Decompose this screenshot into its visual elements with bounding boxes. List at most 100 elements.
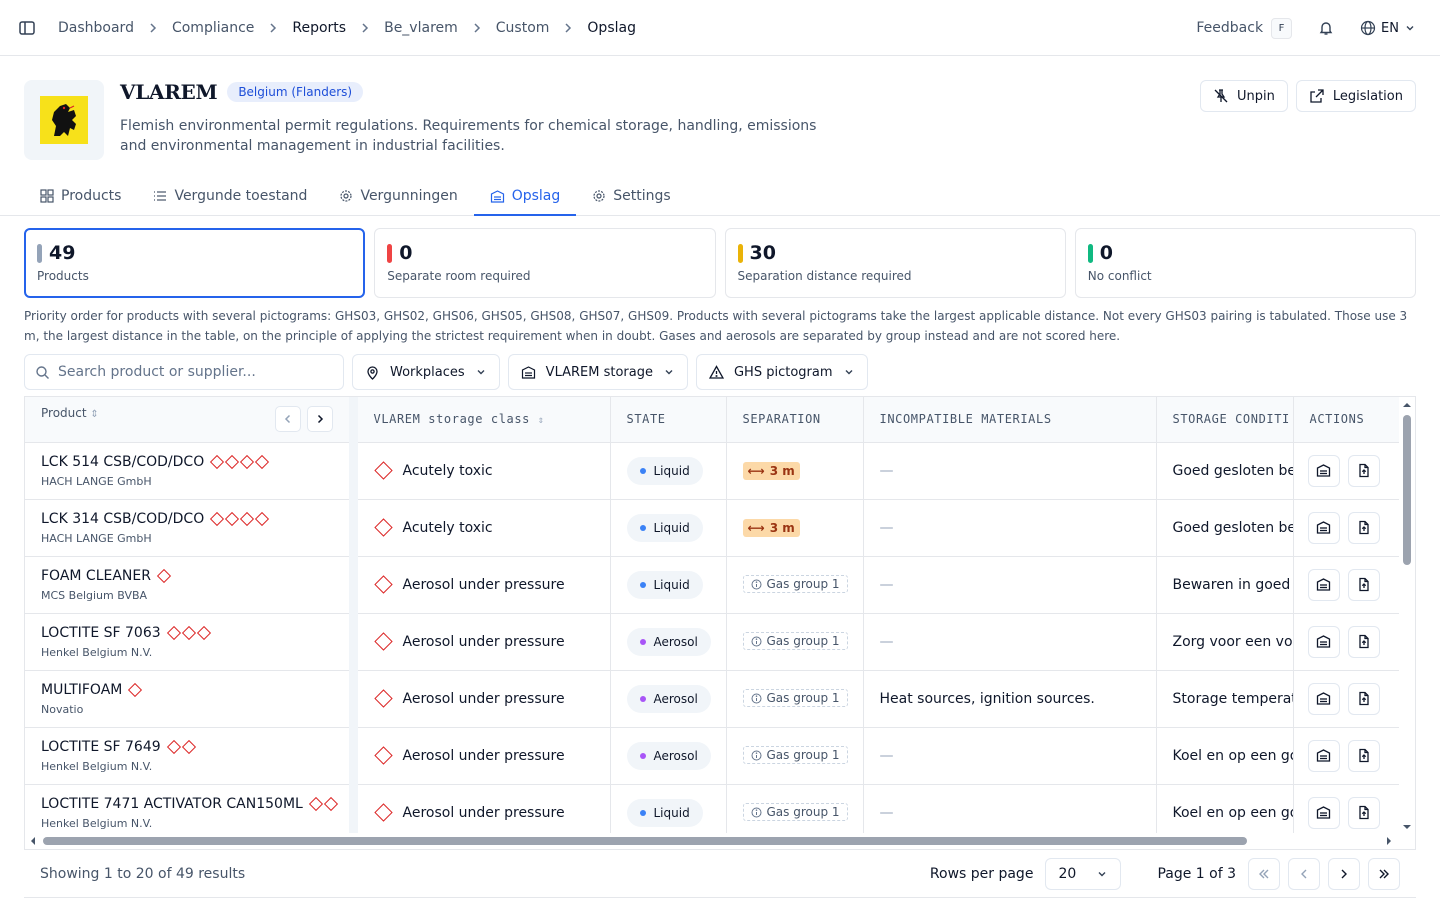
storage-class-label: Aerosol under pressure bbox=[402, 690, 565, 707]
file-icon bbox=[1358, 634, 1369, 649]
separation-value: 3 m bbox=[769, 520, 795, 535]
tab-vergunde-toestand[interactable]: Vergunde toestand bbox=[137, 178, 323, 216]
product-cell[interactable]: MULTIFOAM Novatio bbox=[25, 670, 358, 728]
horizontal-scrollbar[interactable] bbox=[25, 833, 1415, 849]
product-cell[interactable]: FOAM CLEANER MCS Belgium BVBA bbox=[25, 556, 358, 614]
card-products[interactable]: 49 Products bbox=[24, 228, 366, 298]
column-header-storage-class[interactable]: VLAREM storage class ⇕ bbox=[353, 397, 611, 443]
tab-settings[interactable]: Settings bbox=[576, 178, 686, 216]
table-row[interactable]: LOCTITE SF 7649 Henkel Belgium N.V. Aero… bbox=[25, 727, 1401, 785]
storage-class-cell: Acutely toxic bbox=[353, 442, 611, 500]
storage-location-button[interactable] bbox=[1307, 682, 1340, 715]
info-icon bbox=[751, 693, 761, 704]
tab-label: Opslag bbox=[511, 188, 561, 204]
state-dot bbox=[639, 752, 646, 759]
chevrons-right-icon bbox=[1379, 869, 1389, 878]
workplaces-filter[interactable]: Workplaces bbox=[352, 354, 500, 390]
last-page-button[interactable] bbox=[1368, 857, 1400, 890]
document-button[interactable] bbox=[1347, 454, 1380, 487]
table-row[interactable]: MULTIFOAM Novatio Aerosol under pressure… bbox=[25, 670, 1401, 728]
language-label: EN bbox=[1381, 20, 1399, 36]
product-cell[interactable]: LCK 314 CSB/COD/DCO HACH LANGE GmbH bbox=[25, 499, 358, 557]
product-supplier: HACH LANGE GmbH bbox=[41, 474, 152, 488]
ghs-pictogram-icon bbox=[166, 739, 181, 754]
breadcrumb-compliance[interactable]: Compliance bbox=[172, 20, 254, 36]
filter-bar: Workplaces VLAREM storage GHS pictogram bbox=[0, 346, 1440, 390]
card-separate-room[interactable]: 0 Separate room required bbox=[374, 228, 716, 298]
document-button[interactable] bbox=[1347, 511, 1380, 544]
results-count: Showing 1 to 20 of 49 results bbox=[40, 865, 246, 882]
regulation-description: Flemish environmental permit regulations… bbox=[120, 118, 817, 154]
card-label: Separate room required bbox=[387, 269, 531, 283]
card-separation-distance[interactable]: 30 Separation distance required bbox=[724, 228, 1066, 298]
scroll-down-arrow-icon[interactable] bbox=[1399, 821, 1415, 833]
document-button[interactable] bbox=[1347, 796, 1380, 829]
feedback-link[interactable]: Feedback bbox=[1196, 20, 1263, 36]
first-page-button[interactable] bbox=[1248, 857, 1280, 890]
table-row[interactable]: LOCTITE SF 7063 Henkel Belgium N.V. Aero… bbox=[25, 613, 1401, 671]
scroll-columns-right-button[interactable] bbox=[306, 406, 333, 433]
scroll-right-arrow-icon[interactable] bbox=[1383, 833, 1395, 849]
vertical-scrollbar[interactable] bbox=[1399, 397, 1415, 835]
ghs-pictogram-icon bbox=[225, 454, 240, 469]
breadcrumb-custom[interactable]: Custom bbox=[496, 20, 550, 36]
storage-location-button[interactable] bbox=[1307, 625, 1340, 658]
breadcrumb-be-vlarem[interactable]: Be_vlarem bbox=[384, 20, 458, 36]
document-button[interactable] bbox=[1347, 682, 1380, 715]
table-row[interactable]: FOAM CLEANER MCS Belgium BVBA Aerosol un… bbox=[25, 556, 1401, 614]
storage-location-button[interactable] bbox=[1307, 739, 1340, 772]
separation-cell: Gas group 1 bbox=[726, 727, 864, 785]
legislation-button[interactable]: Legislation bbox=[1295, 80, 1416, 112]
ghs-pictograms bbox=[128, 682, 143, 697]
breadcrumb-reports[interactable]: Reports bbox=[292, 20, 346, 36]
separation-value: Gas group 1 bbox=[766, 634, 840, 649]
sidebar-toggle-icon[interactable] bbox=[18, 19, 36, 37]
scroll-up-arrow-icon[interactable] bbox=[1399, 399, 1415, 411]
ghs-pictogram-icon bbox=[240, 454, 255, 469]
document-button[interactable] bbox=[1347, 625, 1380, 658]
product-cell[interactable]: LCK 514 CSB/COD/DCO HACH LANGE GmbH bbox=[25, 442, 358, 500]
column-header-product[interactable]: Product ⇕ bbox=[25, 397, 358, 443]
product-cell[interactable]: LOCTITE SF 7063 Henkel Belgium N.V. bbox=[25, 613, 358, 671]
search-input[interactable] bbox=[58, 364, 333, 380]
tab-vergunningen[interactable]: Vergunningen bbox=[323, 178, 473, 216]
flanders-lion-icon bbox=[40, 96, 88, 144]
table-row[interactable]: LCK 514 CSB/COD/DCO HACH LANGE GmbH Acut… bbox=[25, 442, 1401, 500]
actions-cell bbox=[1292, 556, 1401, 614]
document-button[interactable] bbox=[1347, 568, 1380, 601]
ghs-pictograms bbox=[166, 739, 196, 754]
language-selector[interactable]: EN bbox=[1360, 20, 1416, 36]
rows-per-page-select[interactable]: 20 bbox=[1045, 857, 1122, 890]
state-dot bbox=[639, 467, 646, 474]
table-row[interactable]: LCK 314 CSB/COD/DCO HACH LANGE GmbH Acut… bbox=[25, 499, 1401, 557]
hazard-diamond-icon bbox=[373, 461, 393, 480]
incompatible-cell: Heat sources, ignition sources. bbox=[863, 670, 1157, 728]
card-no-conflict[interactable]: 0 No conflict bbox=[1074, 228, 1416, 298]
ghs-pictogram-filter[interactable]: GHS pictogram bbox=[695, 354, 868, 390]
storage-location-button[interactable] bbox=[1307, 511, 1340, 544]
vlarem-storage-filter[interactable]: VLAREM storage bbox=[507, 354, 688, 390]
product-cell[interactable]: LOCTITE SF 7649 Henkel Belgium N.V. bbox=[25, 727, 358, 785]
storage-location-button[interactable] bbox=[1307, 796, 1340, 829]
previous-page-button[interactable] bbox=[1288, 857, 1320, 890]
horizontal-scroll-thumb[interactable] bbox=[43, 837, 1247, 845]
tab-opslag[interactable]: Opslag bbox=[473, 178, 577, 216]
product-supplier: Henkel Belgium N.V. bbox=[41, 759, 153, 773]
column-header-storage-conditions: STORAGE CONDITI bbox=[1156, 397, 1294, 443]
bell-icon[interactable] bbox=[1318, 20, 1334, 36]
next-page-button[interactable] bbox=[1328, 857, 1360, 890]
document-button[interactable] bbox=[1347, 739, 1380, 772]
tab-products[interactable]: Products bbox=[24, 178, 137, 216]
storage-location-button[interactable] bbox=[1307, 454, 1340, 487]
breadcrumb-dashboard[interactable]: Dashboard bbox=[58, 20, 134, 36]
actions-cell bbox=[1292, 499, 1401, 557]
unpin-button[interactable]: Unpin bbox=[1200, 80, 1288, 112]
actions-cell bbox=[1292, 442, 1401, 500]
scroll-left-arrow-icon[interactable] bbox=[27, 833, 39, 849]
list-icon bbox=[154, 191, 167, 201]
state-badge: Liquid bbox=[626, 513, 703, 542]
storage-location-button[interactable] bbox=[1307, 568, 1340, 601]
vertical-scroll-thumb[interactable] bbox=[1403, 415, 1411, 565]
card-value: 30 bbox=[749, 242, 776, 264]
scroll-columns-left-button[interactable] bbox=[274, 406, 301, 433]
